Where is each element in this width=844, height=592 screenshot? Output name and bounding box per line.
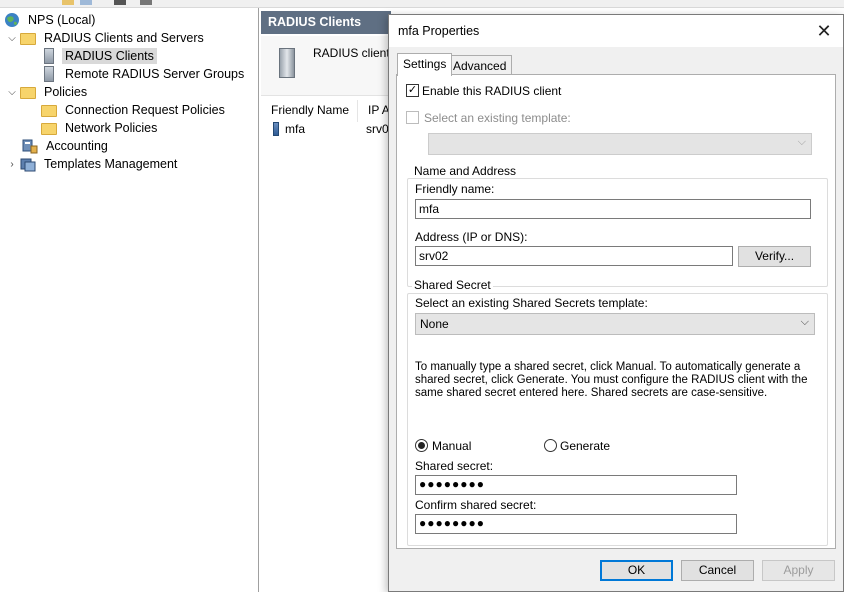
dialog-title: mfa Properties (398, 24, 480, 38)
client-icon (273, 122, 279, 136)
generate-radio[interactable] (544, 439, 557, 452)
row-friendly-name: mfa (285, 122, 306, 136)
shared-secret-title: Shared Secret (412, 278, 493, 292)
folder-icon (20, 33, 36, 45)
ok-button[interactable]: OK (600, 560, 673, 581)
tree-item-templates-management[interactable]: › Templates Management (6, 155, 180, 173)
properties-dialog: mfa Properties ✕ Settings Advanced ✓ Ena… (388, 14, 844, 592)
chevron-right-icon[interactable]: › (6, 159, 18, 170)
table-row[interactable]: mfa (273, 120, 305, 138)
tab-settings[interactable]: Settings (397, 53, 453, 76)
accounting-icon (22, 138, 38, 154)
tree-item-nps-local[interactable]: NPS (Local) (4, 11, 98, 29)
results-pane: RADIUS Clients RADIUS clients Friendly N… (261, 8, 398, 592)
cancel-button[interactable]: Cancel (681, 560, 754, 581)
enable-client-checkbox[interactable]: ✓ (406, 84, 419, 97)
results-description-text: RADIUS clients (313, 46, 396, 60)
navigation-tree: NPS (Local) ⌵ RADIUS Clients and Servers… (0, 8, 259, 592)
confirm-secret-label: Confirm shared secret: (415, 498, 537, 512)
template-dropdown[interactable]: ⌵ (428, 133, 812, 155)
server-group-icon (44, 66, 54, 82)
chevron-down-icon[interactable]: ⌵ (6, 33, 18, 44)
server-icon (44, 48, 54, 64)
templates-icon (20, 156, 36, 172)
tree-item-connection-request-policies[interactable]: Connection Request Policies (41, 101, 228, 119)
column-header-friendly-name[interactable]: Friendly Name (261, 100, 358, 122)
shared-secret-label: Shared secret: (415, 459, 494, 473)
results-pane-header: RADIUS Clients (261, 11, 391, 34)
verify-button[interactable]: Verify... (738, 246, 811, 267)
select-template-checkbox[interactable] (406, 111, 419, 124)
toolbar-help-icon[interactable] (114, 0, 126, 5)
tree-item-radius-clients[interactable]: RADIUS Clients (41, 47, 157, 65)
name-address-title: Name and Address (412, 164, 519, 178)
shared-secret-input[interactable]: ●●●●●●●● (415, 475, 737, 495)
address-label: Address (IP or DNS): (415, 230, 528, 244)
friendly-name-input[interactable]: mfa (415, 199, 811, 219)
tree-item-radius-clients-and-servers[interactable]: ⌵ RADIUS Clients and Servers (6, 29, 207, 47)
folder-icon (41, 123, 57, 135)
shared-secret-template-label: Select an existing Shared Secrets templa… (415, 296, 648, 310)
chevron-down-icon: ⌵ (797, 136, 806, 148)
server-icon (279, 48, 295, 78)
tab-advanced[interactable]: Advanced (447, 55, 513, 76)
folder-icon (20, 87, 36, 99)
enable-client-label: Enable this RADIUS client (422, 84, 562, 98)
settings-tab-page: ✓ Enable this RADIUS client Select an ex… (396, 74, 836, 549)
address-input[interactable]: srv02 (415, 246, 733, 266)
toolbar-properties-icon[interactable] (80, 0, 92, 5)
shared-secret-info: To manually type a shared secret, click … (415, 361, 808, 399)
tree-item-accounting[interactable]: Accounting (22, 137, 111, 155)
friendly-name-label: Friendly name: (415, 182, 495, 196)
close-icon[interactable]: ✕ (813, 20, 835, 42)
results-description: RADIUS clients (261, 36, 396, 96)
folder-icon (41, 105, 57, 117)
globe-icon (4, 12, 20, 28)
chevron-down-icon[interactable]: ⌵ (6, 87, 18, 98)
dialog-title-bar[interactable]: mfa Properties ✕ (389, 15, 843, 47)
tree-item-remote-radius-server-groups[interactable]: Remote RADIUS Server Groups (41, 65, 247, 83)
confirm-secret-input[interactable]: ●●●●●●●● (415, 514, 737, 534)
shared-secret-template-value: None (420, 317, 449, 331)
toolbar-strip (0, 0, 844, 8)
chevron-down-icon: ⌵ (800, 316, 809, 328)
apply-button[interactable]: Apply (762, 560, 835, 581)
manual-label: Manual (432, 439, 472, 453)
toolbar-folder-icon[interactable] (62, 0, 74, 5)
toolbar-view-icon[interactable] (140, 0, 152, 5)
tree-item-network-policies[interactable]: Network Policies (41, 119, 160, 137)
select-template-label: Select an existing template: (424, 111, 571, 125)
tree-item-policies[interactable]: ⌵ Policies (6, 83, 90, 101)
shared-secret-template-dropdown[interactable]: None ⌵ (415, 313, 815, 335)
generate-label: Generate (560, 439, 611, 453)
manual-radio[interactable] (415, 439, 428, 452)
